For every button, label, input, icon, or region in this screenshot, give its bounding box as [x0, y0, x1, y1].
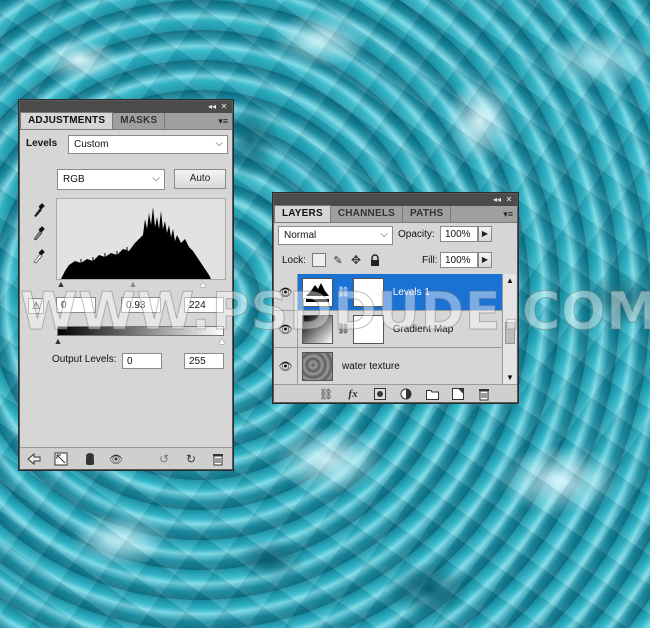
scroll-down-icon[interactable]: ▼	[506, 373, 514, 382]
channel-dropdown[interactable]: RGB ⌵	[57, 169, 165, 190]
eyedropper-black-icon[interactable]	[30, 201, 46, 219]
expand-view-icon[interactable]	[53, 451, 69, 467]
layer-row-levels[interactable]: ⛓ Levels 1	[298, 274, 514, 311]
clip-warning-icon[interactable]: ⚠	[28, 298, 44, 314]
layer-name: water texture	[342, 360, 400, 372]
levels-adjustment-thumb-icon	[302, 277, 333, 307]
scroll-thumb[interactable]	[505, 322, 515, 344]
collapse-icon[interactable]: ◂◂	[207, 102, 217, 112]
mask-link-icon[interactable]: ⛓	[337, 324, 350, 335]
chevron-down-icon: ⌵	[152, 173, 160, 184]
layers-bottom-bar: ⛓ fx	[274, 384, 517, 402]
output-gradient-bar	[57, 326, 224, 336]
preset-label: Levels	[26, 138, 58, 149]
input-white-field[interactable]: 224	[184, 297, 224, 313]
histogram	[56, 198, 226, 280]
lock-label: Lock:	[282, 255, 306, 266]
fill-field[interactable]: 100%	[440, 252, 478, 268]
tab-layers[interactable]: LAYERS	[274, 205, 331, 222]
reset-icon[interactable]: ↻	[183, 451, 199, 467]
layer-mask-thumb[interactable]	[352, 314, 384, 344]
opacity-label: Opacity:	[398, 229, 435, 240]
delete-icon[interactable]	[210, 451, 226, 467]
panel-menu-icon[interactable]: ▾≡	[218, 116, 228, 127]
input-gamma-slider-icon[interactable]: ▲	[128, 279, 138, 289]
fill-slider-button[interactable]: ▶	[478, 252, 492, 268]
layer-row-gradient-map[interactable]: ⛓ Gradient Map	[298, 311, 514, 348]
output-white-slider-icon[interactable]: ▲	[217, 336, 227, 346]
layer-visibility-eye-icon[interactable]: 👁	[274, 274, 298, 311]
close-icon[interactable]: ✕	[219, 102, 229, 112]
previous-state-icon[interactable]: ↺	[156, 451, 172, 467]
output-black-field[interactable]: 0	[122, 353, 162, 369]
input-white-slider-icon[interactable]: ▲	[198, 279, 208, 289]
blend-mode-dropdown[interactable]: Normal ⌵	[278, 226, 393, 245]
tab-paths[interactable]: PATHS	[403, 206, 452, 222]
layer-name: Levels 1	[392, 286, 430, 298]
fx-icon[interactable]: fx	[344, 386, 362, 402]
auto-button[interactable]: Auto	[174, 169, 226, 189]
adjustments-bottom-bar: 👁 ↺ ↻	[20, 447, 232, 469]
output-black-slider-icon[interactable]: ▲	[53, 336, 63, 346]
layer-mask-thumb[interactable]	[352, 277, 384, 307]
lock-transparent-icon[interactable]	[312, 253, 326, 267]
chevron-down-icon: ⌵	[215, 138, 223, 149]
histogram-graph	[61, 207, 211, 279]
group-folder-icon[interactable]	[424, 386, 440, 402]
opacity-field[interactable]: 100%	[440, 226, 478, 242]
eyedropper-white-icon[interactable]	[30, 247, 46, 265]
close-icon[interactable]: ✕	[504, 195, 514, 205]
layers-tabbar: LAYERS CHANNELS PATHS ▾≡	[274, 205, 517, 223]
output-levels-label: Output Levels:	[52, 354, 117, 365]
tab-channels[interactable]: CHANNELS	[331, 206, 404, 222]
lock-position-move-icon[interactable]: ✥	[349, 253, 363, 267]
blend-mode-value: Normal	[284, 230, 317, 241]
fill-label: Fill:	[422, 255, 438, 266]
channel-value: RGB	[63, 174, 85, 185]
new-layer-icon[interactable]	[450, 386, 466, 402]
layers-scrollbar[interactable]: ▲ ▼	[502, 274, 516, 384]
lock-image-brush-icon[interactable]: ✎	[331, 253, 345, 267]
link-layers-icon[interactable]: ⛓	[318, 386, 334, 402]
clip-to-layer-icon[interactable]	[82, 451, 98, 467]
eyedropper-gray-icon[interactable]	[30, 224, 46, 242]
gradient-map-thumb-icon	[302, 314, 333, 344]
trash-icon[interactable]	[476, 386, 492, 402]
adjustments-panel: ◂◂ ✕ ADJUSTMENTS MASKS ▾≡ Levels Custom …	[19, 100, 233, 470]
input-black-slider-icon[interactable]: ▲	[56, 279, 66, 289]
tab-adjustments[interactable]: ADJUSTMENTS	[20, 112, 114, 129]
visibility-eye-icon[interactable]: 👁	[108, 451, 124, 467]
collapse-icon[interactable]: ◂◂	[492, 195, 502, 205]
chevron-down-icon: ⌵	[380, 229, 388, 240]
layer-visibility-eye-icon[interactable]: 👁	[274, 348, 298, 385]
lock-all-icon[interactable]	[368, 253, 382, 267]
adjustments-tabbar: ADJUSTMENTS MASKS ▾≡	[20, 112, 232, 130]
layer-name: Gradient Map	[392, 323, 454, 335]
input-gamma-field[interactable]: 0.93	[121, 297, 161, 313]
layer-row-water-texture[interactable]: water texture	[298, 348, 514, 385]
panel-menu-icon[interactable]: ▾≡	[503, 209, 513, 220]
layer-mask-icon[interactable]	[372, 386, 388, 402]
opacity-slider-button[interactable]: ▶	[478, 226, 492, 242]
layers-panel: ◂◂ ✕ LAYERS CHANNELS PATHS ▾≡ Normal ⌵ O…	[273, 193, 518, 403]
mask-link-icon[interactable]: ⛓	[337, 287, 350, 298]
layer-visibility-eye-icon[interactable]: 👁	[274, 311, 298, 348]
input-black-field[interactable]: 0	[56, 297, 96, 313]
preset-dropdown[interactable]: Custom ⌵	[68, 135, 228, 154]
adjustment-layer-icon[interactable]	[398, 386, 414, 402]
water-texture-thumb	[302, 351, 333, 381]
output-white-field[interactable]: 255	[184, 353, 224, 369]
scroll-up-icon[interactable]: ▲	[506, 276, 514, 285]
preset-value: Custom	[74, 139, 109, 150]
back-arrow-icon[interactable]	[26, 451, 42, 467]
tab-masks[interactable]: MASKS	[113, 113, 166, 129]
